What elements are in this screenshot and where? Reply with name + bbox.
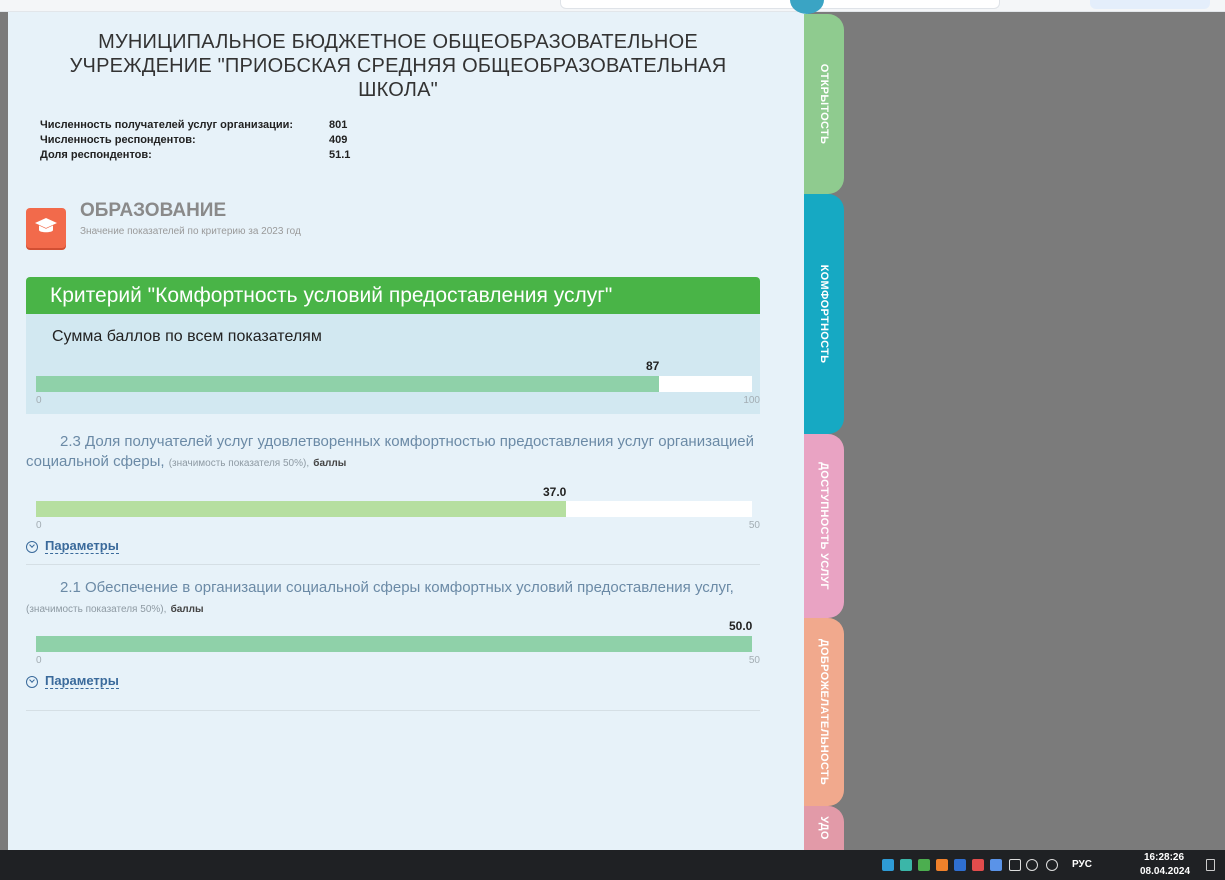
- stat-label: Численность респондентов:: [40, 134, 196, 146]
- tab-openness[interactable]: ОТКРЫТОСТЬ: [804, 14, 844, 194]
- app-icon[interactable]: [972, 859, 984, 871]
- app-icon[interactable]: [990, 859, 1002, 871]
- org-title-line: МУНИЦИПАЛЬНОЕ БЮДЖЕТНОЕ ОБЩЕОБРАЗОВАТЕЛЬ…: [98, 31, 698, 53]
- clock-date[interactable]: 08.04.2024: [1140, 866, 1190, 877]
- top-control-right[interactable]: [1090, 0, 1210, 9]
- usb-icon[interactable]: [1009, 859, 1021, 871]
- category-title: ОБРАЗОВАНИЕ: [80, 200, 227, 221]
- org-title-line: ШКОЛА": [358, 79, 438, 101]
- tab-label: ОТКРЫТОСТЬ: [818, 63, 830, 145]
- indicator-unit: баллы: [170, 604, 204, 615]
- stat-value: 409: [329, 134, 348, 146]
- indicator-title: 2.1 Обеспечение в организации социальной…: [26, 578, 760, 620]
- taskbar: РУС 16:28:26 08.04.2024: [0, 850, 1225, 880]
- org-title: МУНИЦИПАЛЬНОЕ БЮДЖЕТНОЕ ОБЩЕОБРАЗОВАТЕЛЬ…: [8, 30, 788, 102]
- indicator-weight: (значимость показателя 50%),: [168, 458, 310, 469]
- sum-bar-track: [36, 376, 752, 392]
- tab-accessibility[interactable]: ДОСТУПНОСТЬ УСЛУГ: [804, 434, 844, 618]
- browser-top-strip: [0, 0, 1225, 12]
- stat-row: Доля респондентов: 51.1: [40, 148, 369, 163]
- stat-value: 51.1: [329, 149, 351, 161]
- indicator-bar-track: [36, 636, 752, 652]
- top-control[interactable]: [560, 0, 1000, 9]
- params-label[interactable]: Параметры: [45, 674, 119, 689]
- tab-label: КОМФОРТНОСТЬ: [818, 264, 830, 364]
- tab-label: ДОБРОЖЕЛАТЕЛЬНОСТЬ: [818, 638, 830, 786]
- indicator-bar-fill: [36, 501, 566, 517]
- chevron-down-circle-icon: [26, 675, 38, 688]
- sum-box: Сумма баллов по всем показателям 87 0 10…: [26, 314, 760, 414]
- tab-label: УДО: [818, 816, 830, 840]
- indicator-2: 2.1 Обеспечение в организации социальной…: [26, 578, 760, 689]
- indicator-1: 2.3 Доля получателей услуг удовлетворенн…: [26, 432, 760, 554]
- chevron-down-circle-icon: [26, 540, 38, 553]
- indicator-title-text: 2.3 Доля получателей услуг удовлетворенн…: [26, 433, 754, 470]
- tab-benevolence[interactable]: ДОБРОЖЕЛАТЕЛЬНОСТЬ: [804, 618, 844, 806]
- params-toggle[interactable]: Параметры: [26, 674, 119, 689]
- tab-comfort[interactable]: КОМФОРТНОСТЬ: [804, 194, 844, 434]
- criterion-header: Критерий "Комфортность условий предостав…: [26, 277, 760, 314]
- org-stats: Численность получателей услуг организаци…: [40, 118, 369, 163]
- stat-label: Численность получателей услуг организаци…: [40, 119, 294, 131]
- category-header: ОБРАЗОВАНИЕ Значение показателей по крит…: [26, 200, 526, 250]
- indicator-axis-min: 0: [36, 520, 42, 531]
- tab-label: ДОСТУПНОСТЬ УСЛУГ: [818, 462, 830, 590]
- indicator-value: 37.0: [543, 485, 567, 499]
- indicator-bar-track: [36, 501, 752, 517]
- category-subtitle: Значение показателей по критерию за 2023…: [80, 226, 301, 237]
- stat-row: Численность респондентов: 409: [40, 133, 369, 148]
- indicator-unit: баллы: [313, 458, 347, 469]
- indicator-bar-fill: [36, 636, 752, 652]
- indicator-axis-max: 50: [748, 520, 760, 531]
- kaspersky-icon[interactable]: [882, 859, 894, 871]
- graduation-cap-icon: [26, 208, 66, 248]
- sum-axis-max: 100: [743, 395, 760, 406]
- divider: [26, 564, 760, 565]
- app-icon[interactable]: [936, 859, 948, 871]
- indicator-value: 50.0: [729, 619, 753, 633]
- clock-time[interactable]: 16:28:26: [1144, 852, 1184, 863]
- volume-icon[interactable]: [1026, 859, 1038, 871]
- stat-row: Численность получателей услуг организаци…: [40, 118, 369, 133]
- indicator-weight: (значимость показателя 50%),: [26, 604, 167, 615]
- app-icon[interactable]: [918, 859, 930, 871]
- org-title-line: УЧРЕЖДЕНИЕ "ПРИОБСКАЯ СРЕДНЯЯ ОБЩЕОБРАЗО…: [69, 55, 727, 77]
- stat-value: 801: [329, 119, 348, 131]
- app-icon[interactable]: [900, 859, 912, 871]
- language-indicator[interactable]: РУС: [1072, 859, 1092, 870]
- info-icon[interactable]: [954, 859, 966, 871]
- indicator-axis-max: 50: [748, 655, 760, 666]
- sum-bar-fill: [36, 376, 659, 392]
- indicator-axis-min: 0: [36, 655, 42, 666]
- notification-icon[interactable]: [1206, 859, 1215, 871]
- main-panel: МУНИЦИПАЛЬНОЕ БЮДЖЕТНОЕ ОБЩЕОБРАЗОВАТЕЛЬ…: [8, 12, 808, 850]
- indicator-title-text: 2.1 Обеспечение в организации социальной…: [60, 579, 734, 596]
- sum-axis-min: 0: [36, 395, 42, 406]
- sum-value: 87: [646, 359, 660, 373]
- sum-label: Сумма баллов по всем показателям: [52, 328, 322, 345]
- stat-label: Доля респондентов:: [40, 149, 152, 161]
- divider: [26, 710, 760, 711]
- network-globe-icon[interactable]: [1046, 859, 1058, 871]
- indicator-title: 2.3 Доля получателей услуг удовлетворенн…: [26, 432, 760, 474]
- tab-satisfaction[interactable]: УДО: [804, 806, 844, 850]
- params-label[interactable]: Параметры: [45, 539, 119, 554]
- params-toggle[interactable]: Параметры: [26, 539, 119, 554]
